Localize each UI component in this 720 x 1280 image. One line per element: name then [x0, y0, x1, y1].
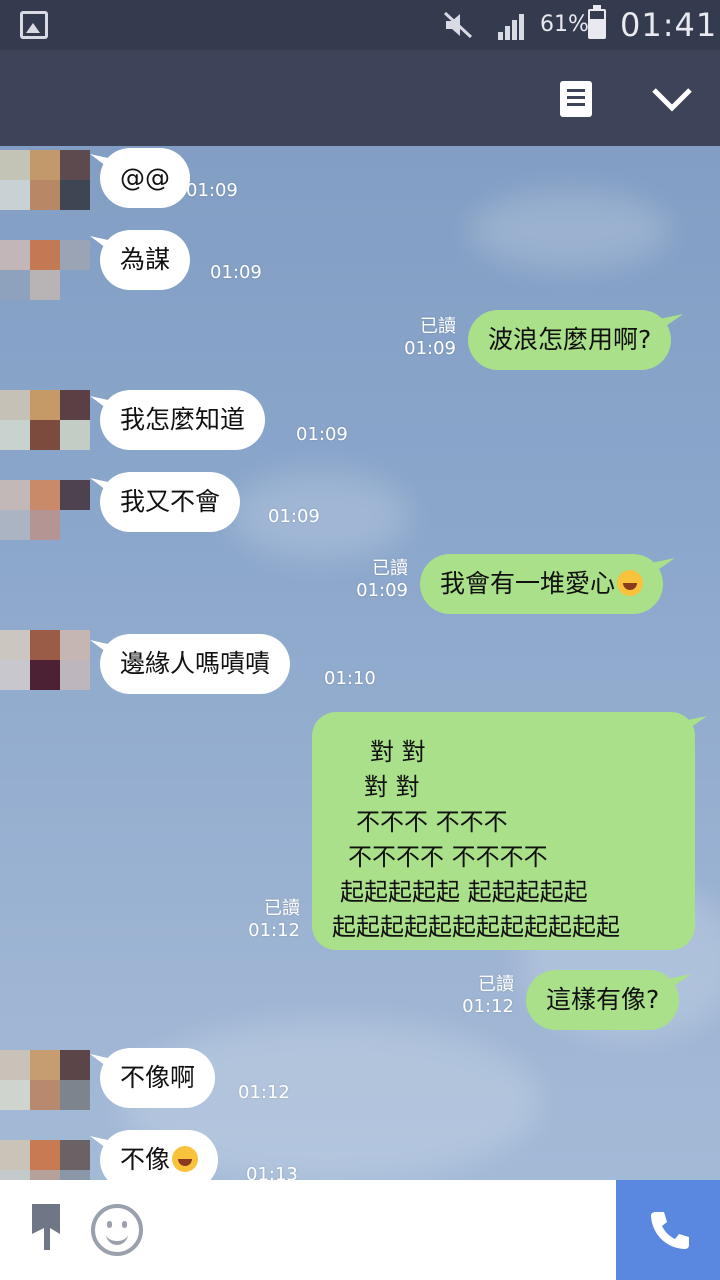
message-text: 我又不會 [120, 487, 221, 516]
read-label: 已讀 [420, 316, 456, 337]
read-label: 已讀 [372, 558, 408, 579]
message-text: 我怎麼知道 [120, 405, 246, 434]
avatar[interactable] [0, 480, 90, 540]
battery-icon [588, 5, 606, 39]
message-time: 01:09 [268, 506, 320, 527]
message-text-line: 對 對 [364, 773, 420, 801]
message-text-line: 起起起起起 起起起起起 [340, 878, 588, 906]
avatar[interactable] [0, 150, 90, 210]
status-bar: 61% 01:41 [0, 0, 720, 50]
avatar[interactable] [0, 240, 90, 300]
read-receipt: 已讀 01:09 [352, 558, 408, 602]
message-text: 不像 [120, 1145, 171, 1174]
chat-header [0, 50, 720, 146]
message-text: 這樣有像? [546, 985, 660, 1014]
message-text-line: 對 對 [370, 738, 426, 766]
call-icon [651, 1212, 689, 1249]
mute-icon [443, 11, 473, 39]
message-text-line: 不不不 不不不 [356, 808, 508, 836]
message-text: 為謀 [120, 245, 171, 274]
message-time: 01:09 [186, 180, 238, 201]
emoji-icon[interactable] [91, 1204, 143, 1256]
gallery-icon [20, 11, 48, 39]
background-cloud [470, 190, 670, 270]
clock: 01:41 [620, 6, 718, 44]
message-time: 01:09 [296, 424, 348, 445]
message-time: 01:09 [356, 580, 408, 601]
read-receipt: 已讀 01:12 [244, 898, 300, 942]
message-bubble-outgoing[interactable]: 這樣有像? [526, 970, 680, 1030]
avatar[interactable] [0, 630, 90, 690]
avatar[interactable] [0, 1050, 90, 1110]
read-receipt: 已讀 01:09 [400, 316, 456, 360]
message-time: 01:09 [404, 338, 456, 359]
read-receipt: 已讀 01:12 [458, 974, 514, 1018]
message-time: 01:12 [248, 920, 300, 941]
message-text-line: 起起起起起起起起起起起起 [332, 913, 620, 941]
signal-icon [498, 14, 524, 40]
message-bubble-outgoing[interactable]: 對 對 對 對 不不不 不不不 不不不不 不不不不 起起起起起 起起起起起 起起… [312, 712, 695, 950]
message-text: 不像啊 [120, 1063, 196, 1092]
message-time: 01:09 [210, 262, 262, 283]
background-cloud [230, 470, 410, 560]
message-bubble-incoming[interactable]: @@ [100, 148, 190, 208]
chevron-down-icon[interactable] [650, 80, 694, 116]
message-bubble-incoming[interactable]: 邊緣人嗎嘖嘖 [100, 634, 291, 694]
message-text: @@ [120, 163, 170, 192]
read-label: 已讀 [478, 974, 514, 995]
input-bar [0, 1180, 720, 1280]
message-time: 01:12 [462, 996, 514, 1017]
message-text: 我會有一堆愛心 [440, 569, 616, 598]
message-text: 邊緣人嗎嘖嘖 [120, 649, 271, 678]
message-bubble-incoming[interactable]: 我又不會 [100, 472, 241, 532]
message-bubble-incoming[interactable]: 不像啊 [100, 1048, 216, 1108]
message-bubble-outgoing[interactable]: 波浪怎麼用啊? [468, 310, 672, 370]
crying-emoji-icon [172, 1146, 199, 1172]
call-button[interactable] [616, 1180, 720, 1280]
message-bubble-incoming[interactable]: 為謀 [100, 230, 191, 290]
avatar[interactable] [0, 390, 90, 450]
message-bubble-outgoing[interactable]: 我會有一堆愛心 [420, 554, 664, 614]
message-bubble-incoming[interactable]: 我怎麼知道 [100, 390, 266, 450]
attach-icon[interactable] [30, 1202, 62, 1252]
read-label: 已讀 [264, 898, 300, 919]
notes-icon[interactable] [560, 81, 592, 117]
message-text: 波浪怎麼用啊? [488, 325, 652, 354]
message-time: 01:12 [238, 1082, 290, 1103]
message-text-line: 不不不不 不不不不 [348, 843, 548, 871]
laughing-crying-emoji-icon [617, 570, 644, 596]
message-time: 01:10 [324, 668, 376, 689]
battery-percent: 61% [540, 12, 589, 37]
